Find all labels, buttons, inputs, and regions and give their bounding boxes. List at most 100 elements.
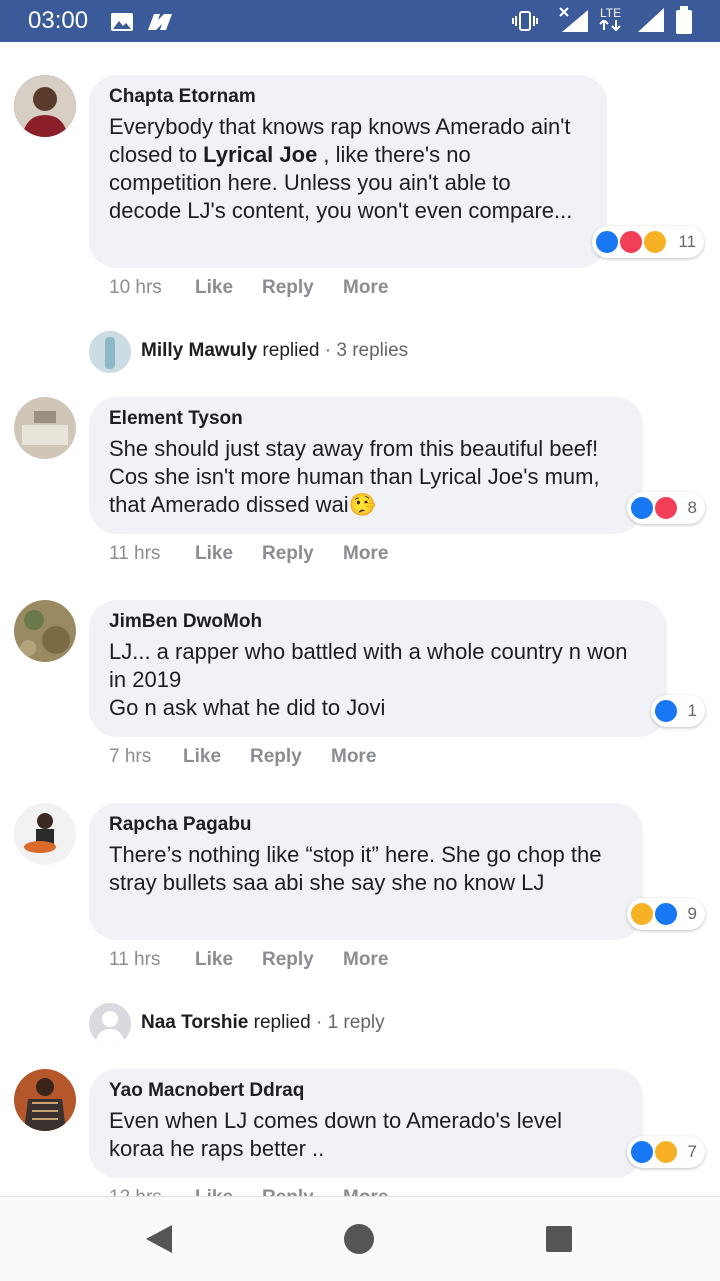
reply-author: Milly Mawuly — [141, 340, 258, 361]
comment-author[interactable]: Rapcha Pagabu — [109, 813, 623, 837]
reaction-summary[interactable]: 8 — [627, 492, 705, 524]
reaction-count: 1 — [687, 701, 697, 720]
comments-list[interactable]: Chapta Etornam Everybody that knows rap … — [0, 42, 720, 1196]
profile-photo — [14, 397, 76, 459]
mentioned-name[interactable]: Lyrical Joe — [203, 142, 317, 167]
profile-photo — [14, 75, 76, 137]
replied-label: replied — [253, 1012, 311, 1033]
comment-text: Everybody that knows rap knows Amerado a… — [109, 113, 587, 225]
reaction-count: 9 — [687, 904, 697, 923]
replies-preview[interactable]: Naa Torshie replied · 1 reply — [89, 1003, 489, 1045]
love-reaction-icon — [618, 229, 644, 255]
avatar[interactable] — [14, 803, 76, 865]
reply-button[interactable]: Reply — [262, 1187, 314, 1196]
care-reaction-icon — [642, 229, 668, 255]
reaction-count: 7 — [687, 1142, 697, 1161]
reaction-summary[interactable]: 1 — [651, 695, 705, 727]
data-arrows-icon — [599, 20, 621, 32]
reply-count: · 1 reply — [315, 1012, 385, 1033]
like-button[interactable]: Like — [183, 746, 221, 768]
comment-text: There’s nothing like “stop it” here. She… — [109, 842, 602, 895]
avatar[interactable] — [14, 600, 76, 662]
comment-bubble[interactable]: Chapta Etornam Everybody that knows rap … — [89, 75, 607, 268]
back-icon[interactable] — [144, 1223, 174, 1255]
avatar[interactable] — [14, 1069, 76, 1131]
comment-time: 7 hrs — [109, 746, 152, 767]
avatar[interactable] — [14, 75, 76, 137]
comment-time: 11 hrs — [109, 949, 161, 970]
reaction-count: 8 — [687, 498, 697, 517]
replied-label: replied — [262, 340, 320, 361]
comment-bubble[interactable]: Rapcha Pagabu There’s nothing like “stop… — [89, 803, 643, 940]
avatar — [89, 1003, 131, 1045]
replies-text: Milly Mawuly replied · 3 replies — [141, 340, 408, 362]
comment-bubble[interactable]: Element Tyson She should just stay away … — [89, 397, 643, 534]
image-notification-icon — [111, 13, 133, 31]
reply-button[interactable]: Reply — [262, 277, 314, 299]
comment-bubble[interactable]: JimBen DwoMoh LJ... a rapper who battled… — [89, 600, 667, 737]
more-button[interactable]: More — [343, 1187, 388, 1196]
replies-preview[interactable]: Milly Mawuly replied · 3 replies — [89, 331, 489, 373]
reaction-summary[interactable]: 9 — [627, 898, 705, 930]
reply-button[interactable]: Reply — [262, 543, 314, 565]
reaction-summary[interactable]: 11 — [592, 226, 704, 258]
battery-icon — [676, 6, 692, 34]
clipped-action-row — [108, 42, 168, 46]
comment-author[interactable]: Yao Macnobert Ddraq — [109, 1079, 623, 1103]
comment-author[interactable]: Element Tyson — [109, 407, 623, 431]
more-button[interactable]: More — [343, 543, 388, 565]
haha-reaction-icon — [653, 1139, 679, 1165]
like-reaction-icon — [629, 495, 655, 521]
love-reaction-icon — [653, 495, 679, 521]
recents-icon[interactable] — [545, 1225, 573, 1253]
profile-photo — [14, 803, 76, 865]
comment-text: She should just stay away from this beau… — [109, 436, 600, 517]
app-notification-icon — [148, 14, 172, 30]
signal-no-service-icon — [559, 7, 588, 32]
vibrate-icon — [512, 11, 538, 31]
comment-author[interactable]: JimBen DwoMoh — [109, 610, 647, 634]
default-avatar-icon — [89, 1003, 131, 1045]
like-button[interactable]: Like — [195, 949, 233, 971]
comment-author[interactable]: Chapta Etornam — [109, 85, 587, 109]
more-button[interactable]: More — [343, 949, 388, 971]
reply-button[interactable]: Reply — [262, 949, 314, 971]
profile-photo — [14, 600, 76, 662]
home-icon[interactable] — [343, 1223, 375, 1255]
comment-actions: 11 hrs Like Reply More — [109, 543, 609, 567]
comment-actions: 12 hrs Like Reply More — [109, 1187, 609, 1196]
more-button[interactable]: More — [343, 277, 388, 299]
reply-author: Naa Torshie — [141, 1012, 249, 1033]
haha-reaction-icon — [629, 901, 655, 927]
avatar — [89, 331, 131, 373]
status-bar: 03:00 LTE — [0, 0, 720, 42]
comment-time: 11 hrs — [109, 543, 161, 564]
like-reaction-icon — [653, 698, 679, 724]
comment-time: 10 hrs — [109, 277, 162, 298]
avatar[interactable] — [14, 397, 76, 459]
like-button[interactable]: Like — [195, 277, 233, 299]
like-button[interactable]: Like — [195, 543, 233, 565]
comment-time: 12 hrs — [109, 1187, 162, 1196]
comment-actions: 10 hrs Like Reply More — [109, 277, 609, 301]
like-button[interactable]: Like — [195, 1187, 233, 1196]
profile-photo — [89, 331, 131, 373]
signal-strength-icon — [638, 8, 664, 32]
comment-actions: 7 hrs Like Reply More — [109, 746, 609, 770]
more-button[interactable]: More — [331, 746, 376, 768]
comment-actions: 11 hrs Like Reply More — [109, 949, 609, 973]
navigation-bar — [0, 1196, 720, 1281]
like-reaction-icon — [629, 1139, 655, 1165]
comment-bubble[interactable]: Yao Macnobert Ddraq Even when LJ comes d… — [89, 1069, 643, 1178]
status-time: 03:00 — [28, 7, 89, 34]
like-reaction-icon — [653, 901, 679, 927]
replies-text: Naa Torshie replied · 1 reply — [141, 1012, 385, 1034]
reaction-summary[interactable]: 7 — [627, 1136, 705, 1168]
comment-text: LJ... a rapper who battled with a whole … — [109, 639, 628, 720]
reply-button[interactable]: Reply — [250, 746, 302, 768]
network-type-label: LTE — [600, 6, 622, 20]
reaction-count: 11 — [678, 232, 696, 251]
comment-text: Even when LJ comes down to Amerado's lev… — [109, 1108, 562, 1161]
reply-count: · 3 replies — [324, 340, 409, 361]
like-reaction-icon — [594, 229, 620, 255]
